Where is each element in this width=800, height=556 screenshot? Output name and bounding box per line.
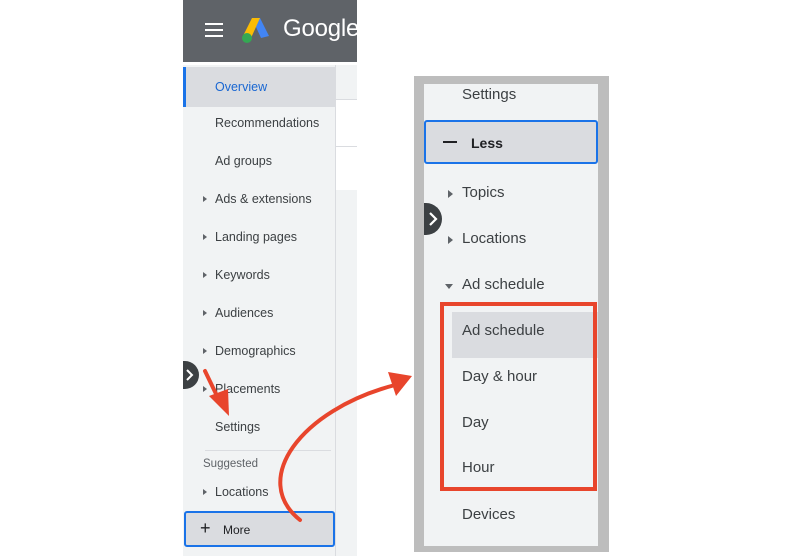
nav-item-settings[interactable]: Settings <box>183 409 336 447</box>
nav-item-devices[interactable]: Devices <box>424 494 598 538</box>
hamburger-menu-icon[interactable] <box>205 23 223 37</box>
suggested-heading: Suggested <box>203 458 258 470</box>
nav-item-placements[interactable]: Placements <box>183 371 336 409</box>
annotation-overlay <box>203 369 412 522</box>
nav-item-label: Audiences <box>215 306 274 320</box>
nav-item-label: Recommendations <box>215 116 320 130</box>
caret-right-icon <box>203 310 207 316</box>
nav-item-label: Ad schedule <box>462 276 545 293</box>
caret-right-icon <box>203 272 207 278</box>
caret-right-icon <box>203 234 207 240</box>
nav-item-audiences[interactable]: Audiences <box>183 295 336 333</box>
more-button-label: More <box>223 523 251 537</box>
nav-item-label: Settings <box>215 420 261 434</box>
content-card <box>336 147 357 190</box>
highlight-box <box>440 302 597 491</box>
nav-item-recommendations[interactable]: Recommendations <box>183 105 336 143</box>
nav-item-label: Settings <box>462 86 517 103</box>
chevron-right-icon <box>186 369 194 381</box>
left-screenshot: Google Overview Recommendations Ad group… <box>183 0 357 556</box>
top-app-bar: Google <box>183 0 357 62</box>
nav-item-label: Overview <box>215 80 268 94</box>
nav-item-label: Topics <box>462 184 505 201</box>
less-button-label: Less <box>471 135 503 151</box>
nav-item-ad-groups[interactable]: Ad groups <box>183 143 336 181</box>
plus-icon: + <box>200 518 211 538</box>
nav-item-overview[interactable]: Overview <box>183 67 336 107</box>
google-ads-logo <box>242 18 269 43</box>
nav-item-label: Devices <box>462 506 516 523</box>
caret-down-icon <box>445 284 453 289</box>
nav-item-label: Ad groups <box>215 154 272 168</box>
nav-item-label: Landing pages <box>215 230 298 244</box>
nav-item-label: Ads & extensions <box>215 192 312 206</box>
nav-item-keywords[interactable]: Keywords <box>183 257 336 295</box>
nav-item-label: Keywords <box>215 268 270 282</box>
less-button[interactable]: Less <box>424 120 598 164</box>
brand-name: Google <box>283 15 357 42</box>
nav-divider <box>205 450 331 451</box>
nav-item-ads-extensions[interactable]: Ads & extensions <box>183 181 336 219</box>
chevron-right-icon <box>429 212 438 226</box>
nav-item-locations[interactable]: Locations <box>424 218 598 262</box>
caret-right-icon <box>203 489 207 495</box>
content-card <box>336 100 357 146</box>
nav-item-landing-pages[interactable]: Landing pages <box>183 219 336 257</box>
minus-icon <box>443 141 457 143</box>
caret-right-icon <box>203 386 207 392</box>
caret-right-icon <box>203 348 207 354</box>
nav-item-demographics[interactable]: Demographics <box>183 333 336 371</box>
caret-right-icon <box>203 196 207 202</box>
caret-right-icon <box>448 236 453 244</box>
nav-item-label: Placements <box>215 382 281 396</box>
nav-item-topics[interactable]: Topics <box>424 172 598 216</box>
nav-item-label: Locations <box>462 230 527 247</box>
nav-item-locations[interactable]: Locations <box>183 474 336 512</box>
more-button[interactable]: + More <box>184 511 335 547</box>
caret-right-icon <box>448 190 453 198</box>
nav-item-label: Demographics <box>215 344 296 358</box>
nav-item-label: Locations <box>215 485 269 499</box>
